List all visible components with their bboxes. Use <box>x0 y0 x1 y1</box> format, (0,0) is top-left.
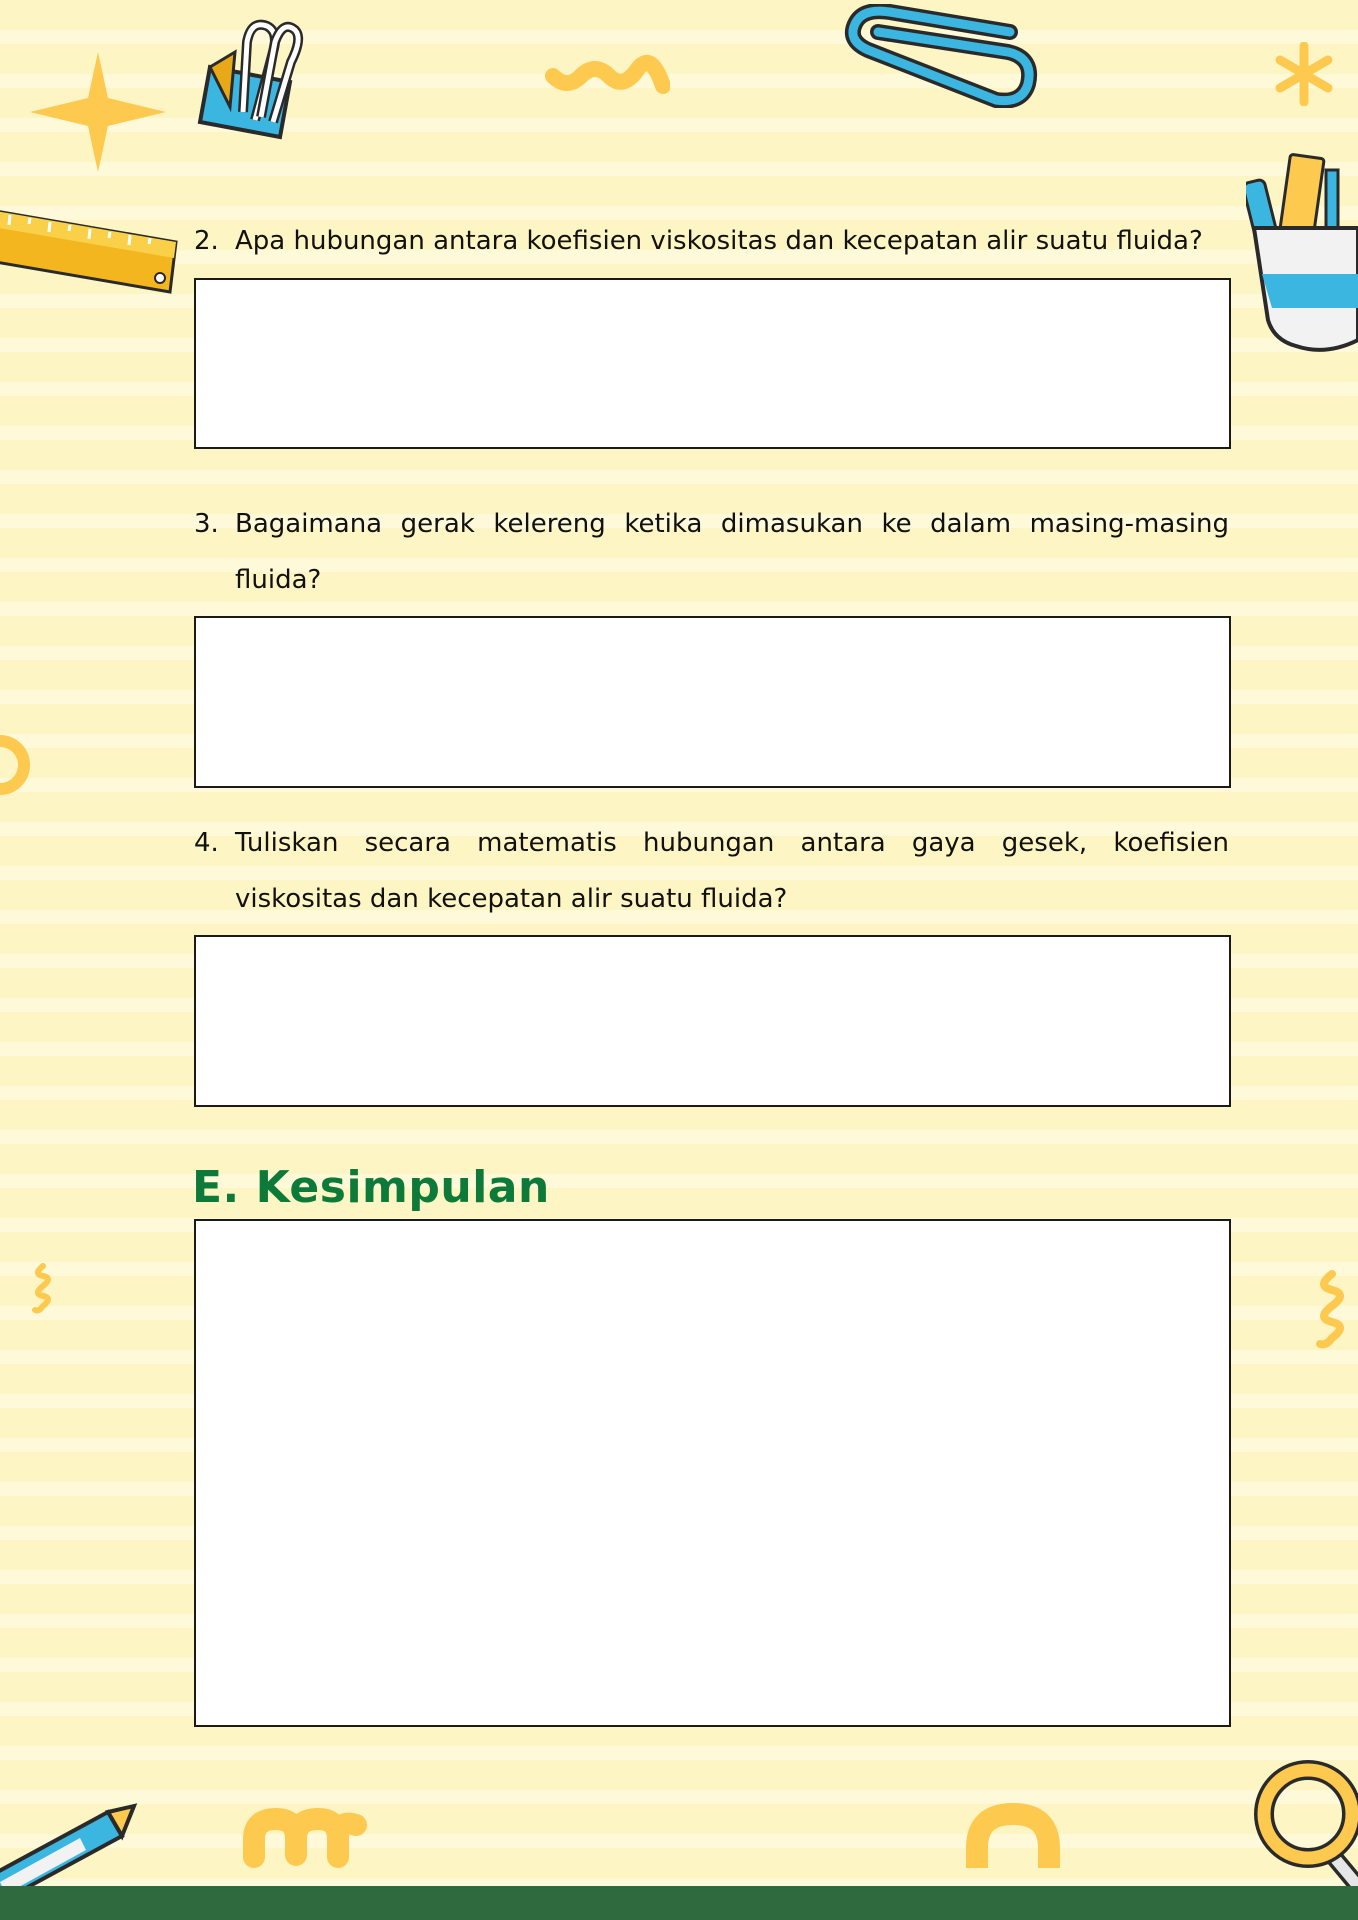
question-3: 3. Bagaimana gerak kelereng ketika dimas… <box>194 496 1229 608</box>
question-text: Bagaimana gerak kelereng ketika dimasuka… <box>235 509 1229 595</box>
question-number: 3. <box>194 509 219 539</box>
pencil-cup-icon <box>1246 153 1358 352</box>
question-number: 4. <box>194 828 219 858</box>
star-icon <box>30 52 166 172</box>
binder-clip-icon <box>197 19 304 140</box>
arch-icon <box>966 1802 1060 1868</box>
squiggle-icon <box>545 55 670 94</box>
paperclip-icon <box>845 4 1037 108</box>
ruler-icon <box>0 210 178 294</box>
spring-icon <box>1316 1270 1344 1349</box>
answer-box-2[interactable] <box>194 278 1231 449</box>
question-number: 2. <box>194 226 219 256</box>
footer-bar <box>0 1886 1358 1920</box>
answer-box-3[interactable] <box>194 616 1231 788</box>
question-4: 4. Tuliskan secara matematis hubungan an… <box>194 815 1229 927</box>
question-text: Apa hubungan antara koefisien viskositas… <box>235 226 1203 256</box>
magnifier-icon <box>1254 1760 1358 1886</box>
spring-icon <box>32 1263 51 1314</box>
squiggle-icon <box>243 1807 367 1868</box>
answer-box-4[interactable] <box>194 935 1231 1107</box>
section-title-conclusion: E. Kesimpulan <box>192 1162 550 1213</box>
asterisk-icon <box>1275 42 1333 106</box>
conclusion-box[interactable] <box>194 1219 1231 1727</box>
question-text: Tuliskan secara matematis hubungan antar… <box>235 828 1229 914</box>
question-2: 2. Apa hubungan antara koefisien viskosi… <box>194 213 1229 269</box>
ring-icon <box>0 735 30 795</box>
pen-icon <box>0 1803 138 1890</box>
